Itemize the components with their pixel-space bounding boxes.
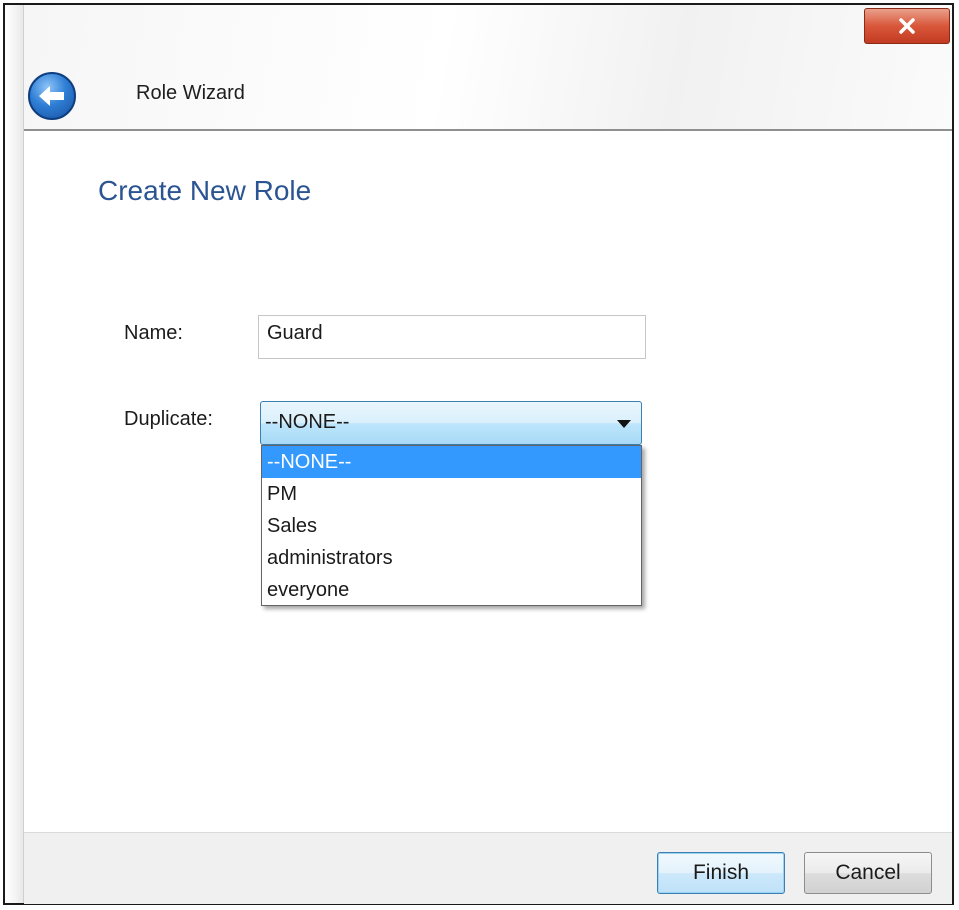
back-arrow-icon [39, 86, 64, 106]
page-title: Create New Role [98, 175, 312, 206]
dropdown-option-sales[interactable]: Sales [262, 510, 641, 542]
back-button[interactable] [28, 72, 76, 120]
dropdown-option-none[interactable]: --NONE-- [262, 446, 641, 478]
window-border-left [5, 5, 24, 903]
title-bar [24, 5, 952, 129]
name-label: Name: [124, 322, 183, 344]
duplicate-selected-value: --NONE-- [265, 411, 350, 433]
dropdown-option-everyone[interactable]: everyone [262, 574, 641, 606]
window-title: Role Wizard [136, 82, 245, 104]
title-divider [24, 129, 952, 131]
close-icon [899, 18, 915, 34]
duplicate-select[interactable]: --NONE-- [260, 401, 642, 445]
dropdown-option-administrators[interactable]: administrators [262, 542, 641, 574]
finish-button[interactable]: Finish [657, 852, 785, 894]
name-input[interactable]: Guard [258, 315, 646, 359]
dropdown-option-pm[interactable]: PM [262, 478, 641, 510]
duplicate-label: Duplicate: [124, 408, 213, 430]
duplicate-dropdown-list: --NONE-- PM Sales administrators everyon… [261, 445, 642, 606]
chevron-down-icon[interactable] [617, 420, 631, 428]
cancel-button[interactable]: Cancel [804, 852, 932, 894]
close-button[interactable] [864, 8, 950, 44]
